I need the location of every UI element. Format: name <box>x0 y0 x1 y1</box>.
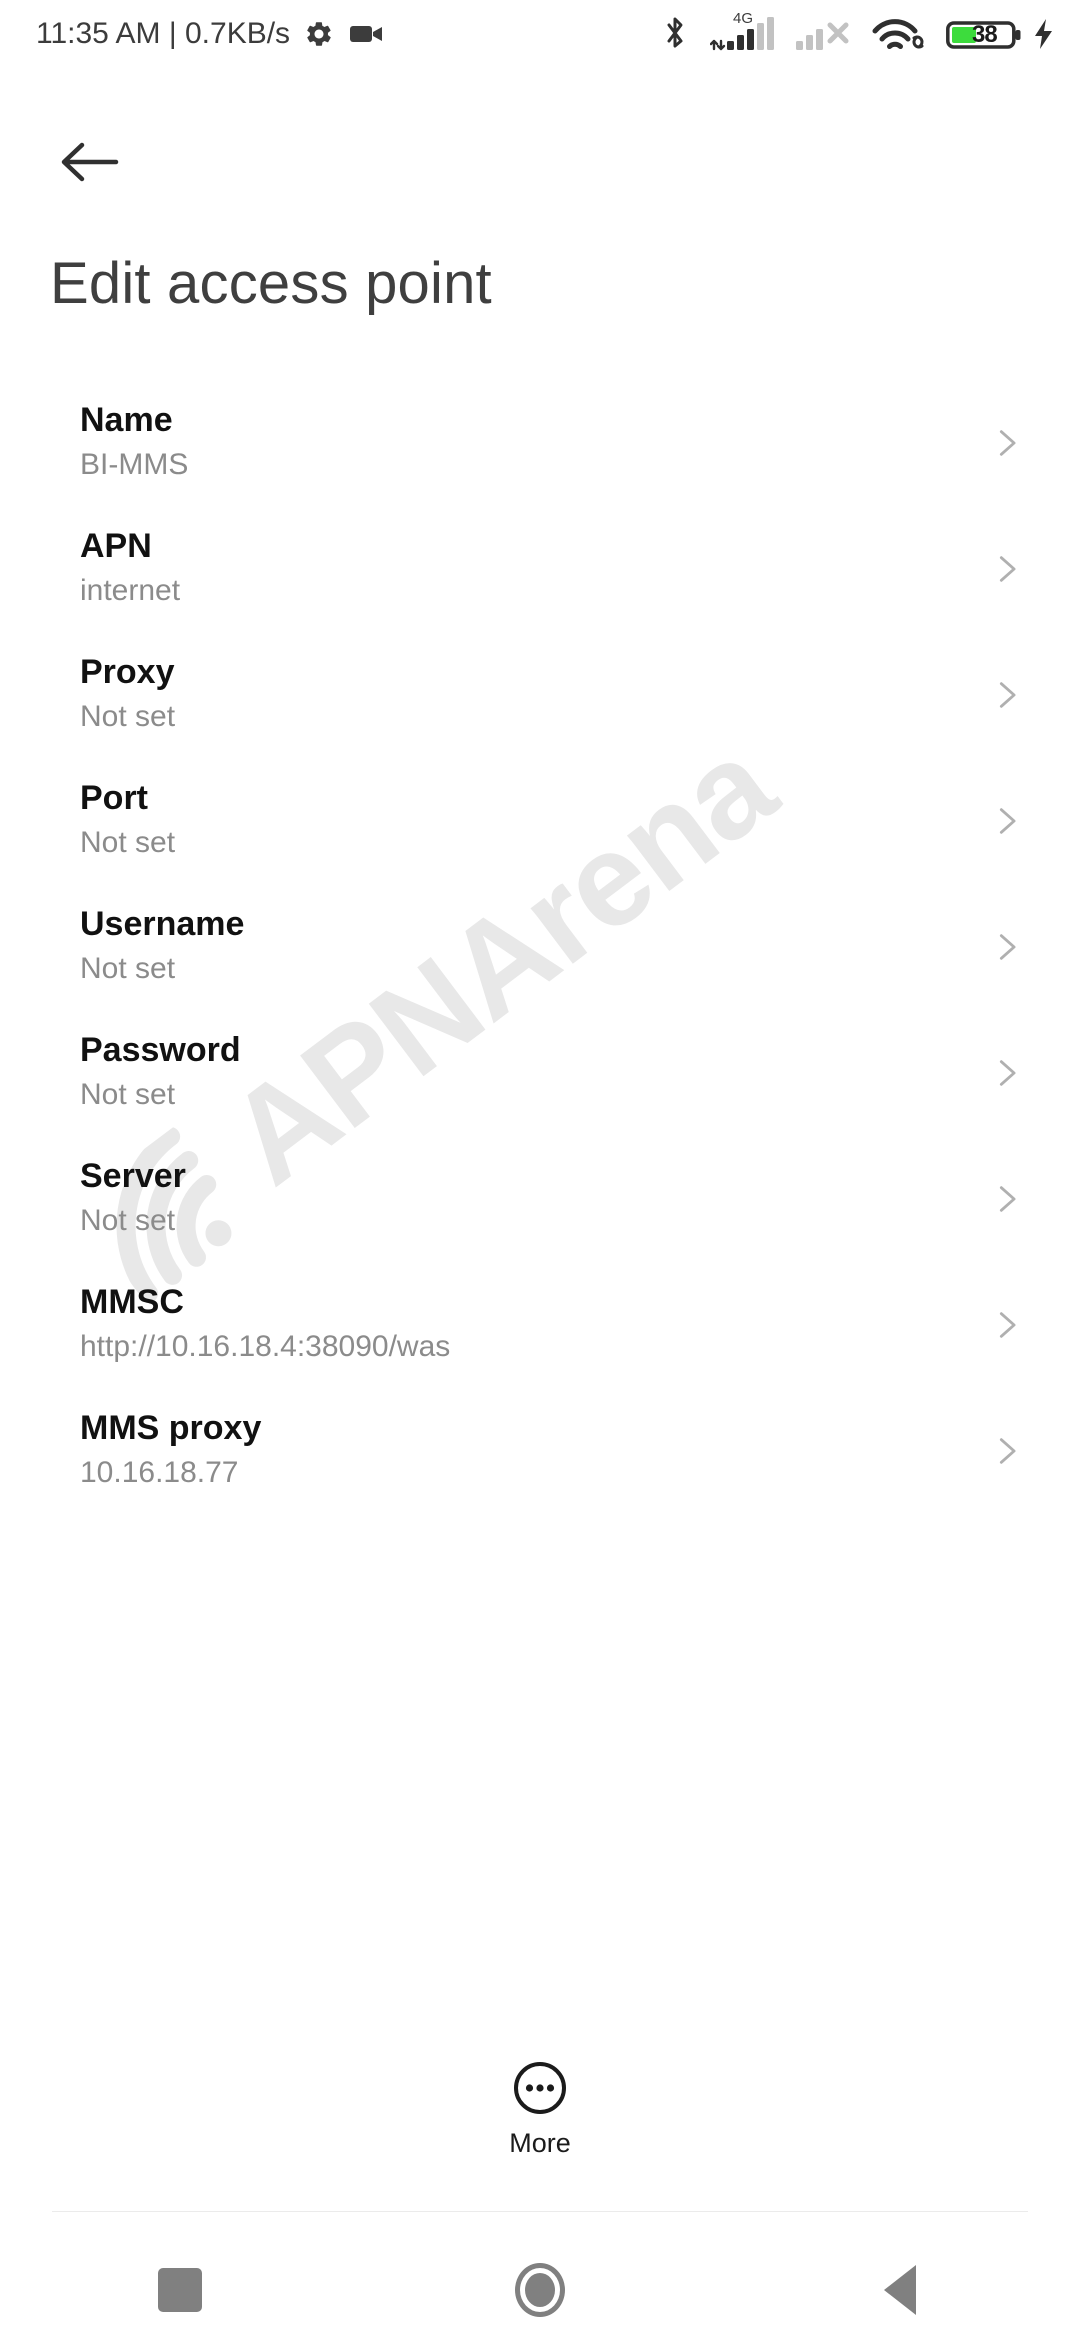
recents-button[interactable] <box>0 2240 360 2340</box>
battery-status: 38 <box>946 15 1056 53</box>
field-label: MMSC <box>80 1283 184 1321</box>
field-value: Not set <box>80 1078 176 1112</box>
triangle-back-icon <box>884 2265 916 2315</box>
chevron-right-icon <box>999 808 1016 834</box>
field-label: Server <box>80 1157 186 1195</box>
bluetooth-icon <box>667 17 683 48</box>
list-item-name[interactable]: Name BI-MMS <box>0 398 1080 524</box>
list-item-mmsc[interactable]: MMSC http://10.16.18.4:38090/was <box>0 1280 1080 1406</box>
page-title: Edit access point <box>50 251 492 316</box>
chevron-right-icon <box>999 934 1016 960</box>
chevron-right-icon <box>999 1438 1016 1464</box>
list-item-apn[interactable]: APN internet <box>0 524 1080 650</box>
field-value: Not set <box>80 952 176 986</box>
more-label: More <box>509 2128 571 2158</box>
more-horizontal-circle-icon <box>514 2062 566 2114</box>
circle-home-icon <box>515 2263 565 2317</box>
gear-icon <box>307 22 331 46</box>
field-value: Not set <box>80 826 176 860</box>
field-value: 10.16.18.77 <box>80 1456 239 1490</box>
charging-bolt-icon <box>1035 19 1052 49</box>
field-value: Not set <box>80 700 176 734</box>
field-label: Name <box>80 401 173 439</box>
field-label: Port <box>80 779 148 817</box>
list-item-password[interactable]: Password Not set <box>0 1028 1080 1154</box>
video-camera-icon <box>350 26 383 42</box>
chevron-right-icon <box>999 1312 1016 1338</box>
arrow-left-icon <box>61 142 119 182</box>
status-bar-right: 4G 38 <box>662 11 1080 53</box>
status-bar: 11:35 AM | 0.7KB/s 4G 38 <box>0 0 1080 68</box>
home-button[interactable] <box>360 2240 720 2340</box>
more-button[interactable]: More <box>0 2060 1080 2159</box>
back-button[interactable] <box>48 120 132 204</box>
sim2-no-service-icon <box>794 15 856 53</box>
field-value: BI-MMS <box>80 448 189 482</box>
field-label: Password <box>80 1031 241 1069</box>
status-time-and-data-rate: 11:35 AM | 0.7KB/s <box>36 17 291 50</box>
battery-percent-label: 38 <box>972 21 998 48</box>
list-item-username[interactable]: Username Not set <box>0 902 1080 1028</box>
field-label: Proxy <box>80 653 175 691</box>
field-value: Not set <box>80 1204 176 1238</box>
sim1-signal-icon: 4G <box>710 11 780 53</box>
field-label: APN <box>80 527 152 565</box>
wifi-with-link-icon <box>872 15 930 53</box>
list-item-server[interactable]: Server Not set <box>0 1154 1080 1280</box>
access-point-field-list: Name BI-MMS APN internet Proxy Not set P… <box>0 398 1080 1532</box>
list-item-mms-proxy[interactable]: MMS proxy 10.16.18.77 <box>0 1406 1080 1532</box>
phone-screen: APNArena 11:35 AM | 0.7KB/s 4G 38 Edit a… <box>0 0 1080 2340</box>
chevron-right-icon <box>999 1060 1016 1086</box>
back-nav-button[interactable] <box>720 2240 1080 2340</box>
system-navigation-bar <box>0 2240 1080 2340</box>
chevron-right-icon <box>999 682 1016 708</box>
list-item-port[interactable]: Port Not set <box>0 776 1080 902</box>
status-bar-left: 11:35 AM | 0.7KB/s <box>0 17 384 51</box>
list-item-proxy[interactable]: Proxy Not set <box>0 650 1080 776</box>
chevron-right-icon <box>999 556 1016 582</box>
network-type-label: 4G <box>733 10 754 27</box>
field-value: http://10.16.18.4:38090/was <box>80 1330 451 1364</box>
navbar-divider <box>52 2211 1028 2212</box>
field-label: Username <box>80 905 245 943</box>
chevron-right-icon <box>999 1186 1016 1212</box>
field-label: MMS proxy <box>80 1409 262 1447</box>
field-value: internet <box>80 574 181 608</box>
square-recents-icon <box>158 2268 202 2312</box>
chevron-right-icon <box>999 430 1016 456</box>
